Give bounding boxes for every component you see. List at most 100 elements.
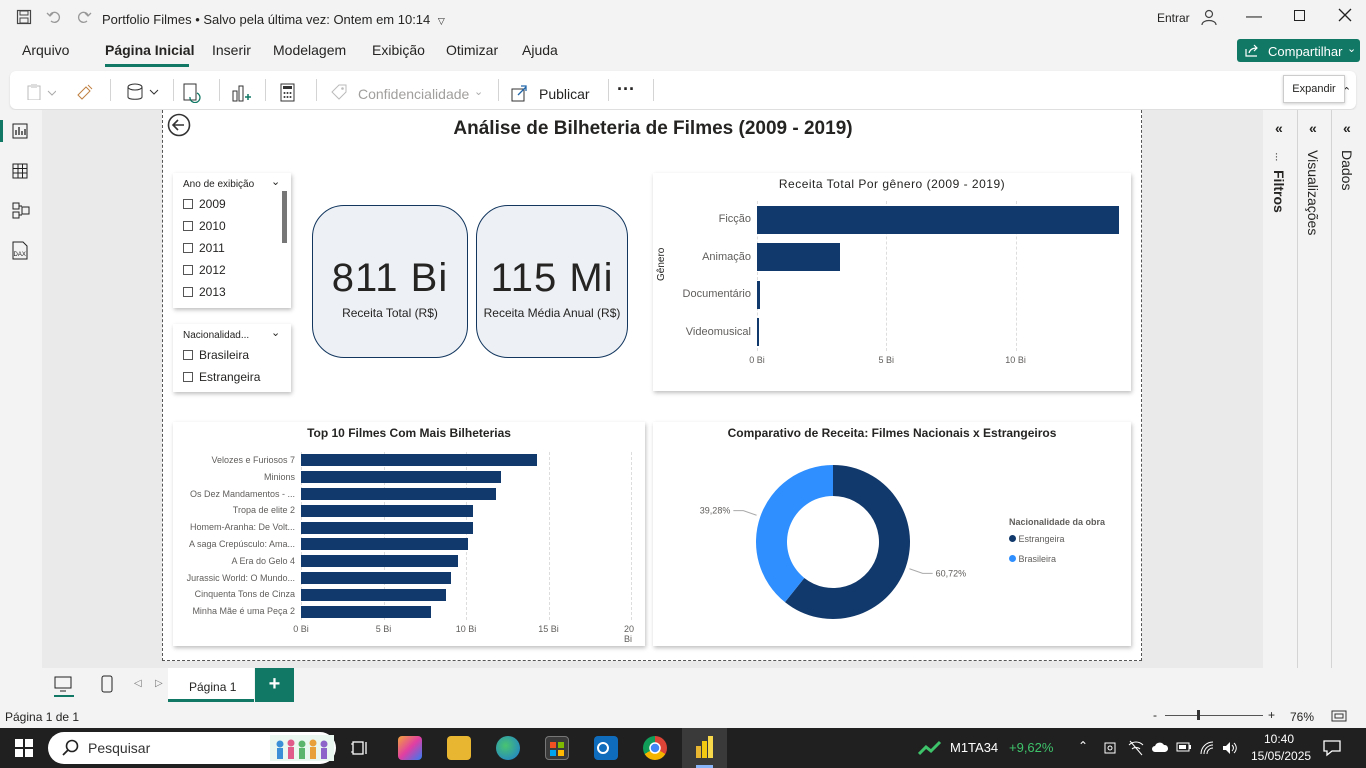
expand-data-icon[interactable]: « — [1343, 120, 1351, 136]
bar[interactable] — [301, 504, 473, 517]
edge-icon[interactable] — [496, 736, 520, 760]
chevron-up-icon[interactable]: ⌃ — [1078, 739, 1088, 753]
menu-exibicao[interactable]: Exibição — [372, 42, 425, 58]
calculator-icon[interactable] — [280, 83, 296, 103]
store-icon[interactable] — [545, 736, 569, 760]
menu-otimizar[interactable]: Otimizar — [446, 42, 498, 58]
bar[interactable] — [301, 471, 501, 484]
checkbox[interactable] — [183, 243, 193, 253]
battery-icon[interactable] — [1176, 741, 1192, 753]
wifi-off-icon[interactable] — [1128, 740, 1144, 756]
donut-slice[interactable] — [756, 465, 833, 603]
clock-date[interactable]: 15/05/2025 — [1251, 749, 1311, 763]
notification-icon[interactable] — [1323, 739, 1341, 757]
legend-item[interactable]: Brasileira — [1009, 554, 1056, 564]
chrome-icon[interactable] — [643, 736, 667, 760]
chevron-down-icon[interactable]: ⌄ — [474, 85, 483, 98]
filters-pane-label[interactable]: Filtros — [1271, 170, 1287, 213]
save-icon[interactable] — [16, 9, 32, 25]
format-painter-icon[interactable] — [76, 83, 94, 101]
mobile-layout-icon[interactable] — [101, 675, 113, 693]
checkbox[interactable] — [183, 199, 193, 209]
chevron-down-icon[interactable]: ⌄ — [271, 326, 280, 339]
dax-query-icon[interactable]: DAX — [11, 241, 29, 261]
sensitivity-icon[interactable] — [330, 83, 348, 101]
maximize-icon[interactable] — [1294, 10, 1306, 22]
redo-icon[interactable] — [76, 9, 92, 25]
new-visual-icon[interactable] — [231, 83, 251, 103]
report-view-icon[interactable] — [12, 123, 28, 139]
close-icon[interactable] — [1338, 8, 1352, 22]
desktop-layout-icon[interactable] — [54, 676, 72, 692]
network-icon[interactable] — [1199, 740, 1215, 756]
more-options-icon[interactable]: ··· — [617, 79, 635, 100]
scrollbar[interactable] — [282, 191, 287, 243]
stock-name[interactable]: M1TA34 — [950, 740, 998, 755]
volume-icon[interactable] — [1221, 740, 1239, 756]
year-slicer[interactable]: Ano de exibição ⌄ 2009 2010 2011 2012 20… — [173, 173, 291, 308]
add-page-button[interactable]: + — [255, 668, 294, 702]
bar[interactable] — [757, 243, 840, 272]
paste-icon[interactable] — [26, 84, 56, 100]
publish-label[interactable]: Publicar — [539, 86, 590, 102]
fit-page-icon[interactable] — [1331, 710, 1347, 722]
zoom-in-button[interactable]: + — [1268, 708, 1275, 722]
camera-icon[interactable] — [1103, 740, 1119, 756]
sensitivity-label[interactable]: Confidencialidade — [358, 86, 469, 102]
nationality-slicer[interactable]: Nacionalidad... ⌄ Brasileira Estrangeira — [173, 324, 291, 392]
bar[interactable] — [757, 318, 759, 347]
slicer-option[interactable]: Brasileira — [183, 348, 249, 362]
menu-ajuda[interactable]: Ajuda — [522, 42, 558, 58]
legend-item[interactable]: Estrangeira — [1009, 534, 1065, 544]
genre-revenue-chart[interactable]: Receita Total Por gênero (2009 - 2019) G… — [653, 173, 1131, 391]
bar[interactable] — [301, 454, 537, 467]
expand-filters-icon[interactable]: « — [1275, 120, 1283, 136]
file-explorer-icon[interactable] — [447, 736, 471, 760]
bar[interactable] — [301, 588, 447, 601]
clock-time[interactable]: 10:40 — [1264, 732, 1294, 746]
checkbox[interactable] — [183, 221, 193, 231]
checkbox[interactable] — [183, 287, 193, 297]
bar[interactable] — [301, 488, 496, 500]
bar[interactable] — [757, 280, 760, 309]
bar[interactable] — [301, 521, 473, 534]
nationality-donut-chart[interactable]: Comparativo de Receita: Filmes Nacionais… — [653, 422, 1131, 646]
chevron-down-icon[interactable]: ⌄ — [271, 175, 280, 188]
powerbi-taskbar-active[interactable] — [682, 728, 727, 768]
slicer-option[interactable]: 2012 — [183, 263, 226, 277]
bar[interactable] — [301, 538, 468, 551]
menu-pagina-inicial[interactable]: Página Inicial — [105, 42, 194, 58]
slicer-option[interactable]: 2009 — [183, 197, 226, 211]
publish-icon[interactable] — [510, 83, 530, 103]
get-data-icon[interactable] — [126, 83, 162, 101]
zoom-slider-track[interactable] — [1165, 715, 1263, 716]
menu-modelagem[interactable]: Modelagem — [273, 42, 346, 58]
task-view-icon[interactable] — [350, 738, 370, 758]
prev-page-icon[interactable]: ◁ — [134, 678, 142, 689]
bar[interactable] — [301, 605, 432, 618]
outlook-icon[interactable] — [594, 736, 618, 760]
undo-icon[interactable] — [46, 9, 62, 25]
minimize-icon[interactable]: — — [1246, 8, 1262, 26]
expand-visualizations-icon[interactable]: « — [1309, 120, 1317, 136]
data-pane-label[interactable]: Dados — [1339, 150, 1355, 190]
slicer-option[interactable]: 2010 — [183, 219, 226, 233]
menu-inserir[interactable]: Inserir — [212, 42, 251, 58]
windows-start-icon[interactable] — [15, 739, 33, 757]
slicer-option[interactable]: 2013 — [183, 285, 226, 299]
slicer-option[interactable]: Estrangeira — [183, 370, 260, 384]
model-view-icon[interactable] — [12, 202, 30, 220]
zoom-out-button[interactable]: - — [1153, 708, 1157, 722]
zoom-slider-thumb[interactable] — [1197, 710, 1200, 720]
share-button[interactable]: Compartilhar ⌄ — [1237, 39, 1360, 62]
slicer-option[interactable]: 2011 — [183, 241, 225, 255]
visualizations-pane-label[interactable]: Visualizações — [1305, 150, 1321, 235]
next-page-icon[interactable]: ▷ — [155, 678, 163, 689]
kpi-card-total-revenue[interactable]: 811 Bi Receita Total (R$) — [312, 205, 468, 358]
signin-link[interactable]: Entrar — [1157, 11, 1190, 25]
bar[interactable] — [757, 205, 1119, 234]
taskbar-search-box[interactable]: Pesquisar — [48, 732, 336, 764]
kpi-card-average-revenue[interactable]: 115 Mi Receita Média Anual (R$) — [476, 205, 628, 358]
chevron-down-icon[interactable]: ▽ — [438, 16, 445, 26]
user-icon[interactable] — [1200, 8, 1218, 26]
